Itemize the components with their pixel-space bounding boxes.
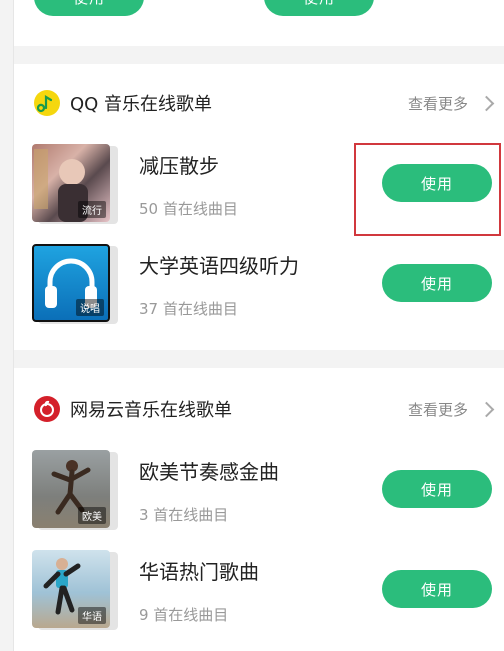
track-count: 9 首在线曲目 [139,606,229,624]
track-count: 37 首在线曲目 [139,300,238,318]
view-more-link[interactable]: 查看更多 [408,93,468,114]
qq-music-logo-icon [34,90,60,116]
playlist-title: 欧美节奏感金曲 [139,460,279,484]
playlist-cover: 欧美 [32,450,118,530]
track-count: 50 首在线曲目 [139,200,238,218]
cover-image: 流行 [32,144,110,222]
section-header: QQ 音乐在线歌单 查看更多 [14,78,504,128]
previous-section-card: 使用 使用 [14,0,504,46]
section-title: 网易云音乐在线歌单 [70,400,232,421]
genre-tag: 说唱 [76,299,104,316]
track-count: 3 首在线曲目 [139,506,229,524]
section-title: QQ 音乐在线歌单 [70,94,213,115]
playlist-cover: 华语 [32,550,118,630]
use-button[interactable]: 使用 [382,470,492,508]
playlist-item[interactable]: 华语 华语热门歌曲 9 首在线曲目 使用 [14,550,504,642]
cover-image: 华语 [32,550,110,628]
cover-image: 说唱 [32,244,110,322]
section-header: 网易云音乐在线歌单 查看更多 [14,384,504,434]
playlist-title: 减压散步 [139,154,219,178]
playlist-item[interactable]: 欧美 欧美节奏感金曲 3 首在线曲目 使用 [14,450,504,542]
chevron-right-icon[interactable] [478,401,495,417]
use-button[interactable]: 使用 [264,0,374,16]
chevron-right-icon[interactable] [478,95,495,111]
netease-music-section: 网易云音乐在线歌单 查看更多 欧美 欧美节奏感金曲 3 首在线曲目 使用 华语 … [14,368,504,651]
genre-tag: 欧美 [78,507,106,524]
cover-image: 欧美 [32,450,110,528]
genre-tag: 流行 [78,201,106,218]
genre-tag: 华语 [78,607,106,624]
playlist-item[interactable]: 说唱 大学英语四级听力 37 首在线曲目 使用 [14,244,504,336]
playlist-title: 大学英语四级听力 [139,254,299,278]
use-button[interactable]: 使用 [382,264,492,302]
use-button[interactable]: 使用 [382,570,492,608]
highlight-box [354,143,501,236]
playlist-title: 华语热门歌曲 [139,560,259,584]
playlist-cover: 流行 [32,144,118,224]
use-button[interactable]: 使用 [34,0,144,16]
view-more-link[interactable]: 查看更多 [408,399,468,420]
playlist-cover: 说唱 [32,244,118,324]
netease-music-logo-icon [34,396,60,422]
